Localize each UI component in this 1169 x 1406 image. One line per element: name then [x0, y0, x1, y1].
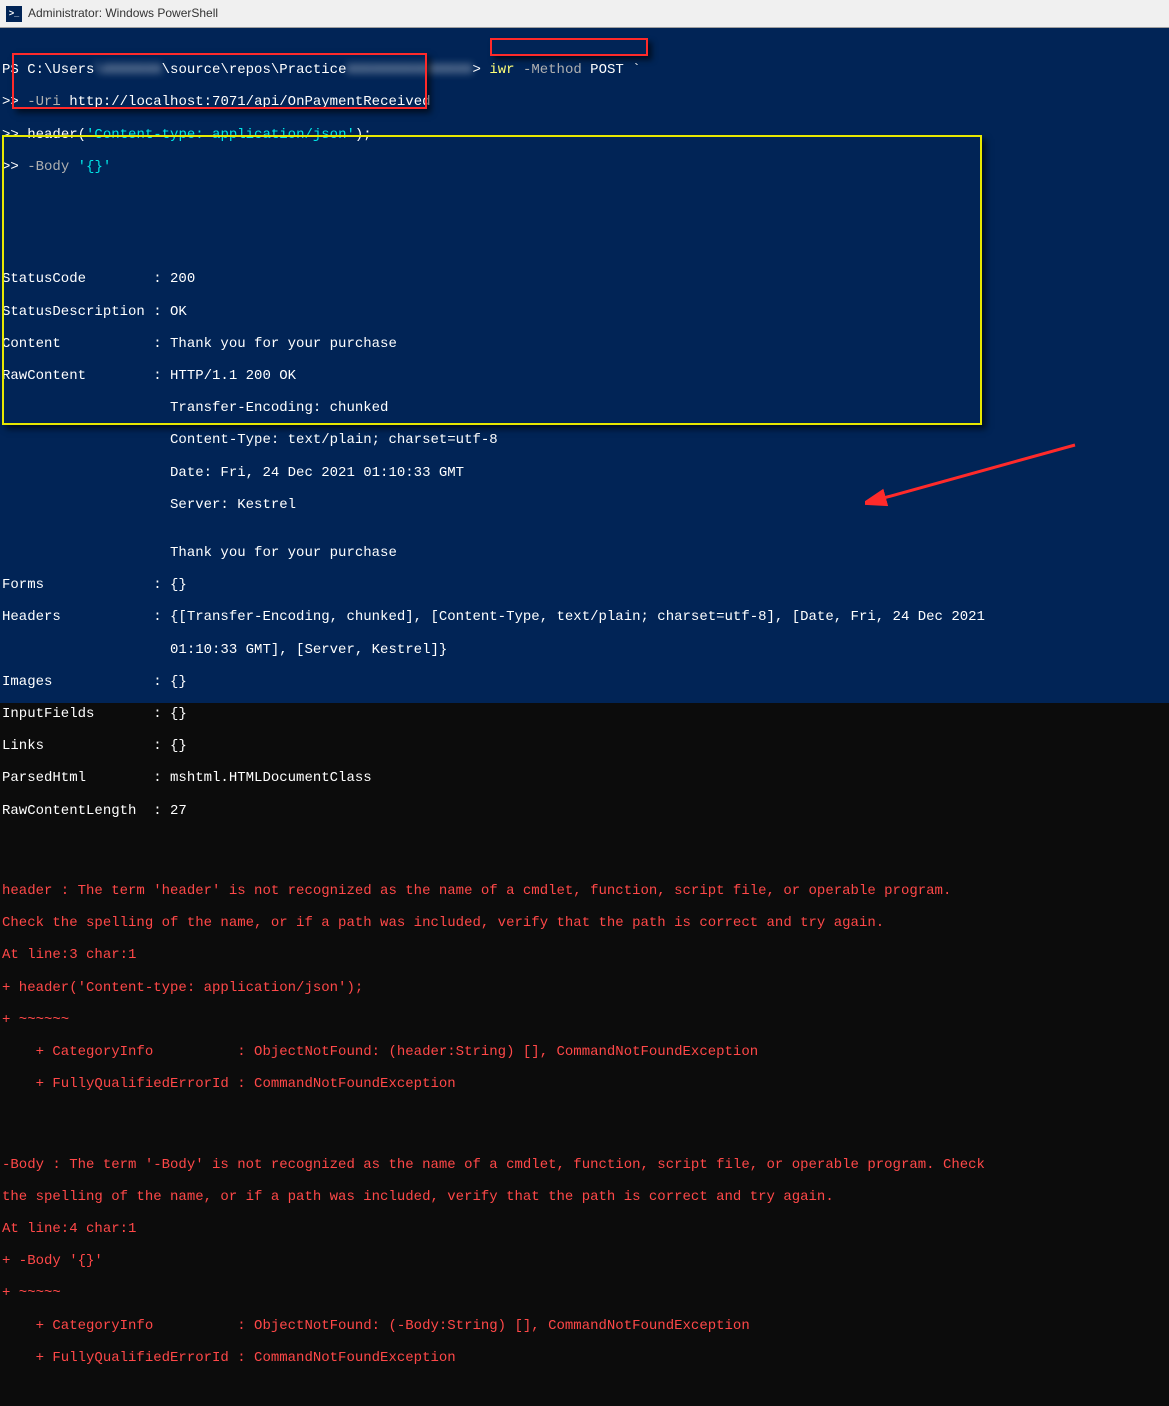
resp-server: Server: Kestrel	[2, 497, 1167, 513]
resp-contenttype: Content-Type: text/plain; charset=utf-8	[2, 432, 1167, 448]
err1-e: + ~~~~~~	[2, 1012, 1167, 1028]
resp-headers: Headers : {[Transfer-Encoding, chunked],…	[2, 609, 1167, 625]
blurred-username: \XXXXXXX	[94, 62, 161, 78]
resp-links: Links : {}	[2, 738, 1167, 754]
resp-rawlength: RawContentLength : 27	[2, 803, 1167, 819]
resp-inputfields: InputFields : {}	[2, 706, 1167, 722]
err1-d: + header('Content-type: application/json…	[2, 980, 1167, 996]
resp-headers2: 01:10:33 GMT], [Server, Kestrel]}	[2, 642, 1167, 658]
highlight-box-iwr	[490, 38, 648, 56]
iwr-cmd: iwr	[489, 62, 514, 78]
prompt-line[interactable]: PS C:\Users\XXXXXXX\source\repos\Practic…	[2, 62, 1167, 78]
err2-b: the spelling of the name, or if a path w…	[2, 1189, 1167, 1205]
resp-forms: Forms : {}	[2, 577, 1167, 593]
resp-content: Content : Thank you for your purchase	[2, 336, 1167, 352]
resp-rawcontent: RawContent : HTTP/1.1 200 OK	[2, 368, 1167, 384]
terminal-area[interactable]: PS C:\Users\XXXXXXX\source\repos\Practic…	[0, 28, 1169, 703]
continuation-header[interactable]: >> header('Content-type: application/jso…	[2, 127, 1167, 143]
err2-f: + CategoryInfo : ObjectNotFound: (-Body:…	[2, 1318, 1167, 1334]
err2-a: -Body : The term '-Body' is not recogniz…	[2, 1157, 1167, 1173]
resp-transferenc: Transfer-Encoding: chunked	[2, 400, 1167, 416]
resp-images: Images : {}	[2, 674, 1167, 690]
resp-statusdesc: StatusDescription : OK	[2, 304, 1167, 320]
err1-f: + CategoryInfo : ObjectNotFound: (header…	[2, 1044, 1167, 1060]
err1-b: Check the spelling of the name, or if a …	[2, 915, 1167, 931]
err1-c: At line:3 char:1	[2, 947, 1167, 963]
err2-g: + FullyQualifiedErrorId : CommandNotFoun…	[2, 1350, 1167, 1366]
resp-date: Date: Fri, 24 Dec 2021 01:10:33 GMT	[2, 465, 1167, 481]
err1-a: header : The term 'header' is not recogn…	[2, 883, 1167, 899]
continuation-body[interactable]: >> -Body '{}'	[2, 159, 1167, 175]
resp-statuscode: StatusCode : 200	[2, 271, 1167, 287]
continuation-uri[interactable]: >> -Uri http://localhost:7071/api/OnPaym…	[2, 94, 1167, 110]
err2-d: + -Body '{}'	[2, 1253, 1167, 1269]
err2-e: + ~~~~~	[2, 1285, 1167, 1301]
window-titlebar: >_ Administrator: Windows PowerShell	[0, 0, 1169, 28]
resp-thankyou: Thank you for your purchase	[2, 545, 1167, 561]
err1-g: + FullyQualifiedErrorId : CommandNotFoun…	[2, 1076, 1167, 1092]
blurred-repo-suffix: XXXXXXXXXXXXXXX	[346, 62, 472, 78]
window-title: Administrator: Windows PowerShell	[28, 7, 218, 21]
powershell-icon: >_	[6, 6, 22, 22]
resp-parsedhtml: ParsedHtml : mshtml.HTMLDocumentClass	[2, 770, 1167, 786]
err2-c: At line:4 char:1	[2, 1221, 1167, 1237]
